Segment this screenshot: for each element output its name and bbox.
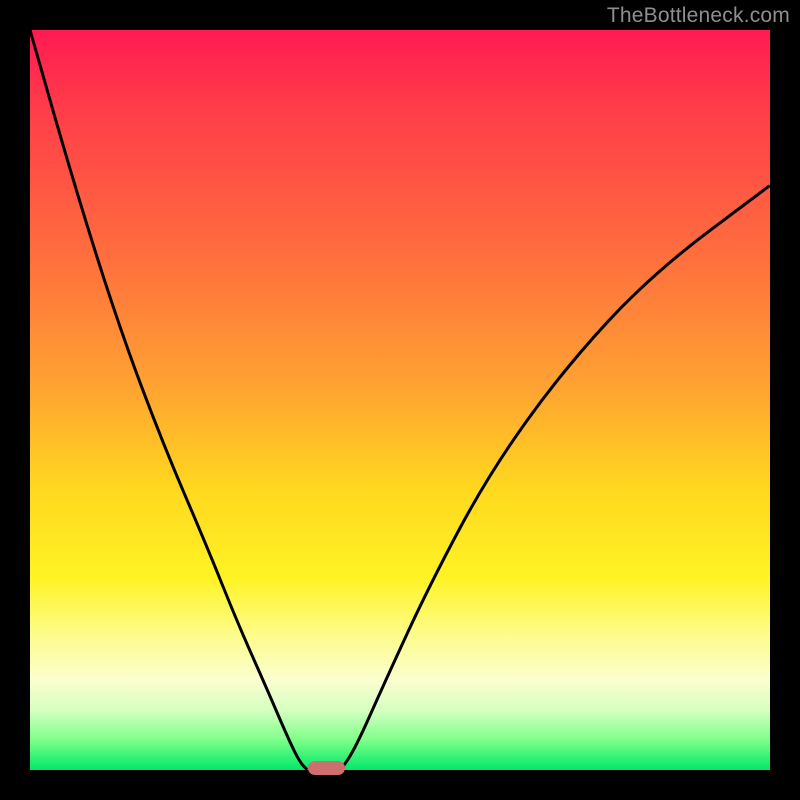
bottleneck-curve: [30, 30, 770, 770]
optimal-marker: [308, 761, 345, 775]
chart-frame: TheBottleneck.com: [0, 0, 800, 800]
watermark-text: TheBottleneck.com: [607, 4, 790, 28]
curve-right-branch: [341, 185, 770, 770]
plot-gradient-area: [30, 30, 770, 770]
curve-left-branch: [30, 30, 308, 770]
